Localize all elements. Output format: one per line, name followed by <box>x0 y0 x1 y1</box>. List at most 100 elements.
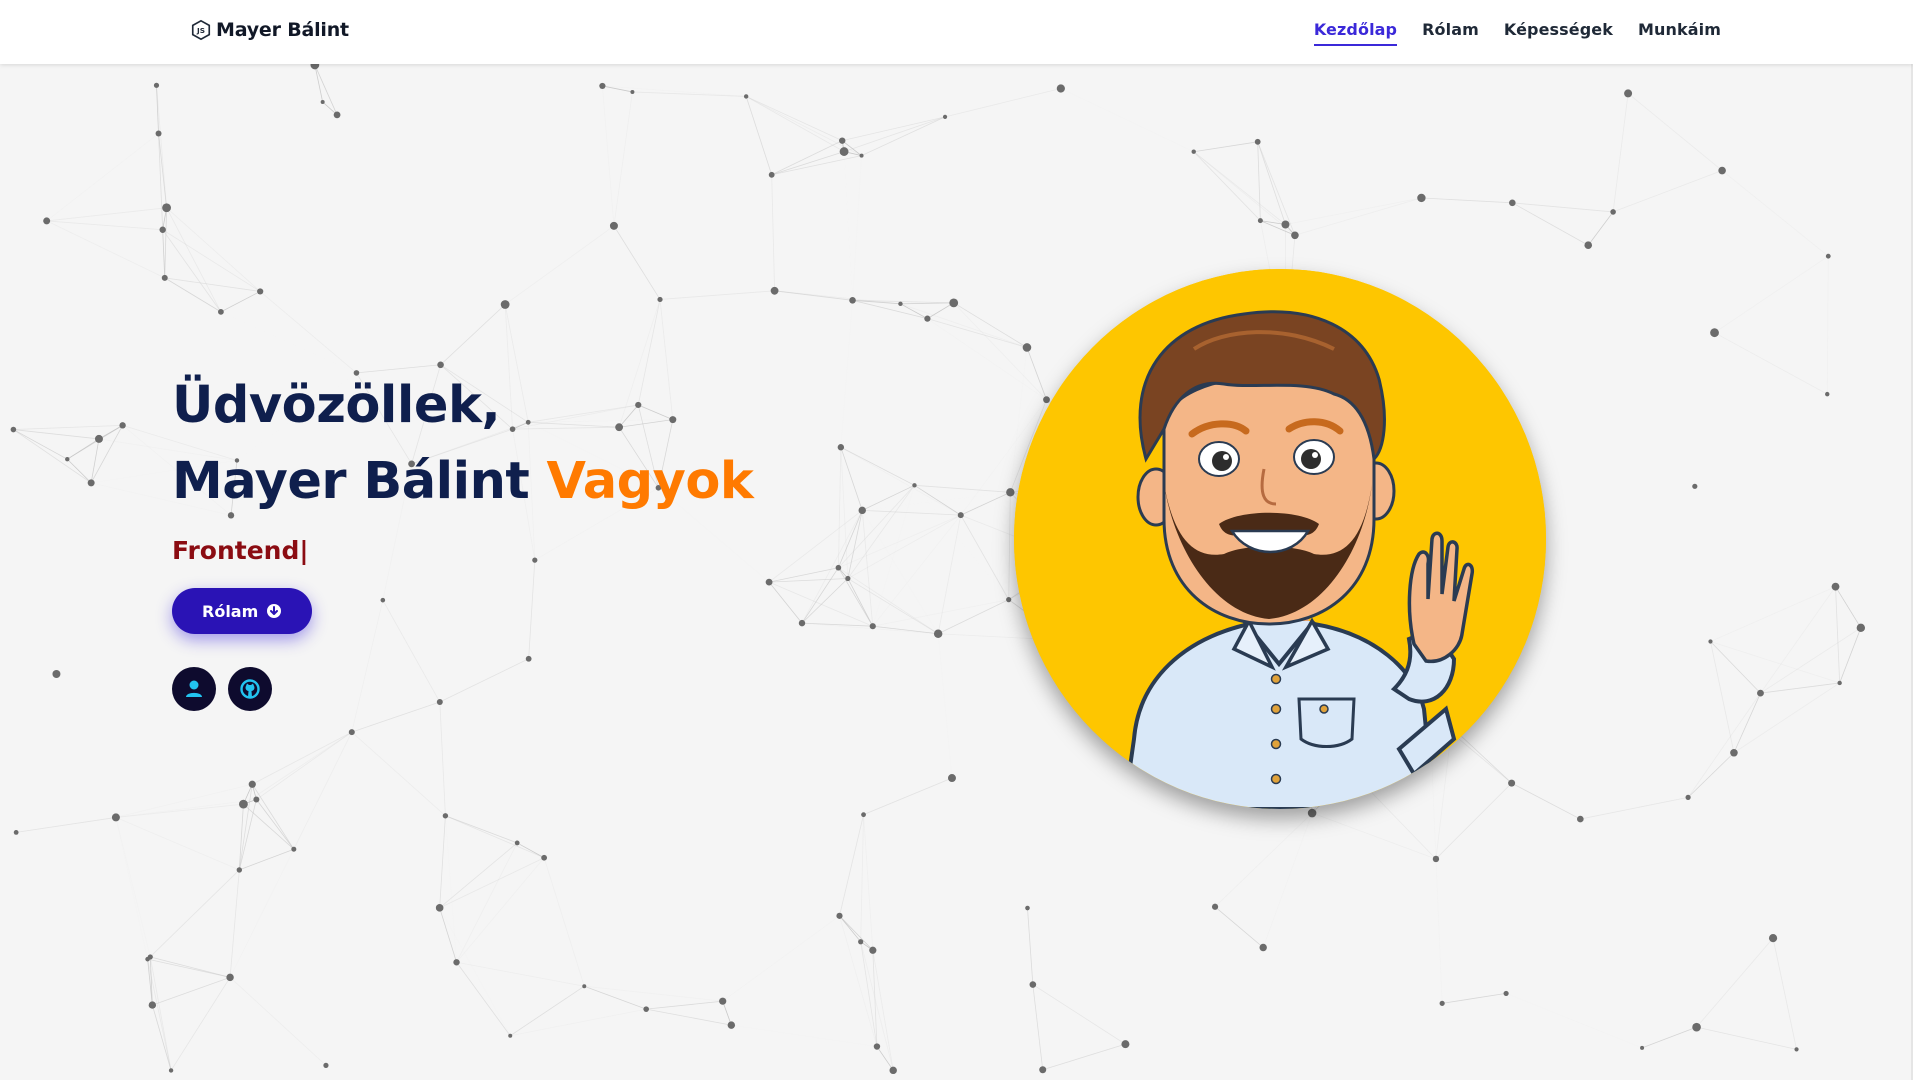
nav-item-munkaim[interactable]: Munkáim <box>1638 20 1721 46</box>
network-dot <box>942 114 948 119</box>
network-line <box>768 581 803 624</box>
network-dot <box>1508 779 1516 787</box>
network-line <box>768 510 863 583</box>
network-line <box>1257 141 1286 225</box>
network-line <box>115 803 244 818</box>
network-line <box>927 302 954 319</box>
network-line <box>927 318 1028 348</box>
avatar <box>1014 269 1546 809</box>
network-dot <box>111 813 120 822</box>
network-dot <box>239 799 248 809</box>
network-line <box>839 915 861 942</box>
network-line <box>937 599 1009 635</box>
network-dot <box>1307 808 1317 818</box>
network-line <box>67 458 92 484</box>
network-dot <box>453 959 460 966</box>
network-dot <box>912 483 917 488</box>
network-line <box>13 429 100 440</box>
page: JS Mayer Bálint Kezdőlap Rólam Képessége… <box>0 0 1913 1080</box>
hero-greeting: Üdvözöllek, <box>172 376 501 435</box>
network-line <box>769 578 848 583</box>
brand-link[interactable]: JS Mayer Bálint <box>190 19 349 41</box>
network-dot <box>1121 1040 1130 1049</box>
network-line <box>116 784 252 817</box>
network-line <box>164 277 261 292</box>
network-line <box>862 484 915 511</box>
network-dot <box>873 1043 881 1050</box>
network-dot <box>442 813 449 819</box>
network-dot <box>1029 981 1037 988</box>
network-dot <box>1056 84 1065 93</box>
network-line <box>456 857 545 963</box>
network-line <box>847 514 961 579</box>
typed-role-text: Frontend| <box>172 536 309 565</box>
network-dot <box>859 153 864 158</box>
network-dot <box>837 444 845 451</box>
network-dot <box>1432 855 1440 863</box>
network-line <box>156 85 167 208</box>
network-dot <box>798 619 806 627</box>
profile-link-button[interactable] <box>172 667 216 711</box>
nav-item-rolam[interactable]: Rólam <box>1422 20 1479 46</box>
network-line <box>1032 984 1126 1045</box>
network-line <box>162 229 222 313</box>
about-me-button[interactable]: Rólam <box>172 588 313 634</box>
network-line <box>1032 984 1044 1070</box>
github-link-button[interactable] <box>228 667 272 711</box>
github-icon <box>240 679 260 699</box>
network-line <box>1193 151 1261 221</box>
network-dot <box>1624 89 1633 98</box>
network-line <box>745 96 773 175</box>
network-line <box>1612 93 1629 212</box>
network-dot <box>1006 597 1012 603</box>
network-line <box>837 447 842 568</box>
network-line <box>1214 906 1264 948</box>
network-line <box>1587 211 1614 246</box>
network-line <box>46 220 165 279</box>
network-dot <box>765 578 773 586</box>
network-line <box>1696 937 1774 1028</box>
network-line <box>256 799 295 850</box>
network-line <box>1839 627 1862 684</box>
nav-item-kezdolap[interactable]: Kezdőlap <box>1313 20 1398 46</box>
network-dot <box>253 796 260 803</box>
network-line <box>927 319 1046 400</box>
network-dot <box>630 89 635 94</box>
network-line <box>1696 1026 1797 1050</box>
network-dot <box>1825 391 1830 397</box>
network-dot <box>1417 193 1426 203</box>
network-line <box>151 1004 172 1071</box>
network-line <box>914 484 961 516</box>
network-dot <box>1191 149 1196 154</box>
network-line <box>801 510 863 624</box>
network-line <box>801 578 849 624</box>
network-dot <box>1685 794 1691 800</box>
network-line <box>1008 492 1011 600</box>
network-line <box>147 958 231 978</box>
network-line <box>602 86 614 226</box>
network-dot <box>869 946 877 954</box>
network-line <box>239 848 294 871</box>
network-dot <box>248 780 256 788</box>
network-line <box>116 817 148 959</box>
network-dot <box>949 298 959 308</box>
network-dot <box>168 1068 174 1073</box>
network-dot <box>1692 483 1698 489</box>
network-line <box>801 567 839 624</box>
network-dot <box>1043 396 1050 404</box>
network-line <box>873 515 961 626</box>
network-line <box>445 815 545 859</box>
network-dot <box>1856 623 1866 633</box>
network-dot <box>1254 138 1261 145</box>
nav-item-kepessegek[interactable]: Képességek <box>1504 20 1613 46</box>
network-line <box>861 116 946 156</box>
network-line <box>439 815 446 908</box>
network-dot <box>599 82 606 90</box>
network-line <box>844 152 852 301</box>
network-line <box>47 133 159 220</box>
network-line <box>960 514 1010 600</box>
network-line <box>646 1000 723 1010</box>
network-line <box>229 977 327 1066</box>
network-dot <box>1640 1045 1645 1050</box>
network-line <box>147 869 240 960</box>
